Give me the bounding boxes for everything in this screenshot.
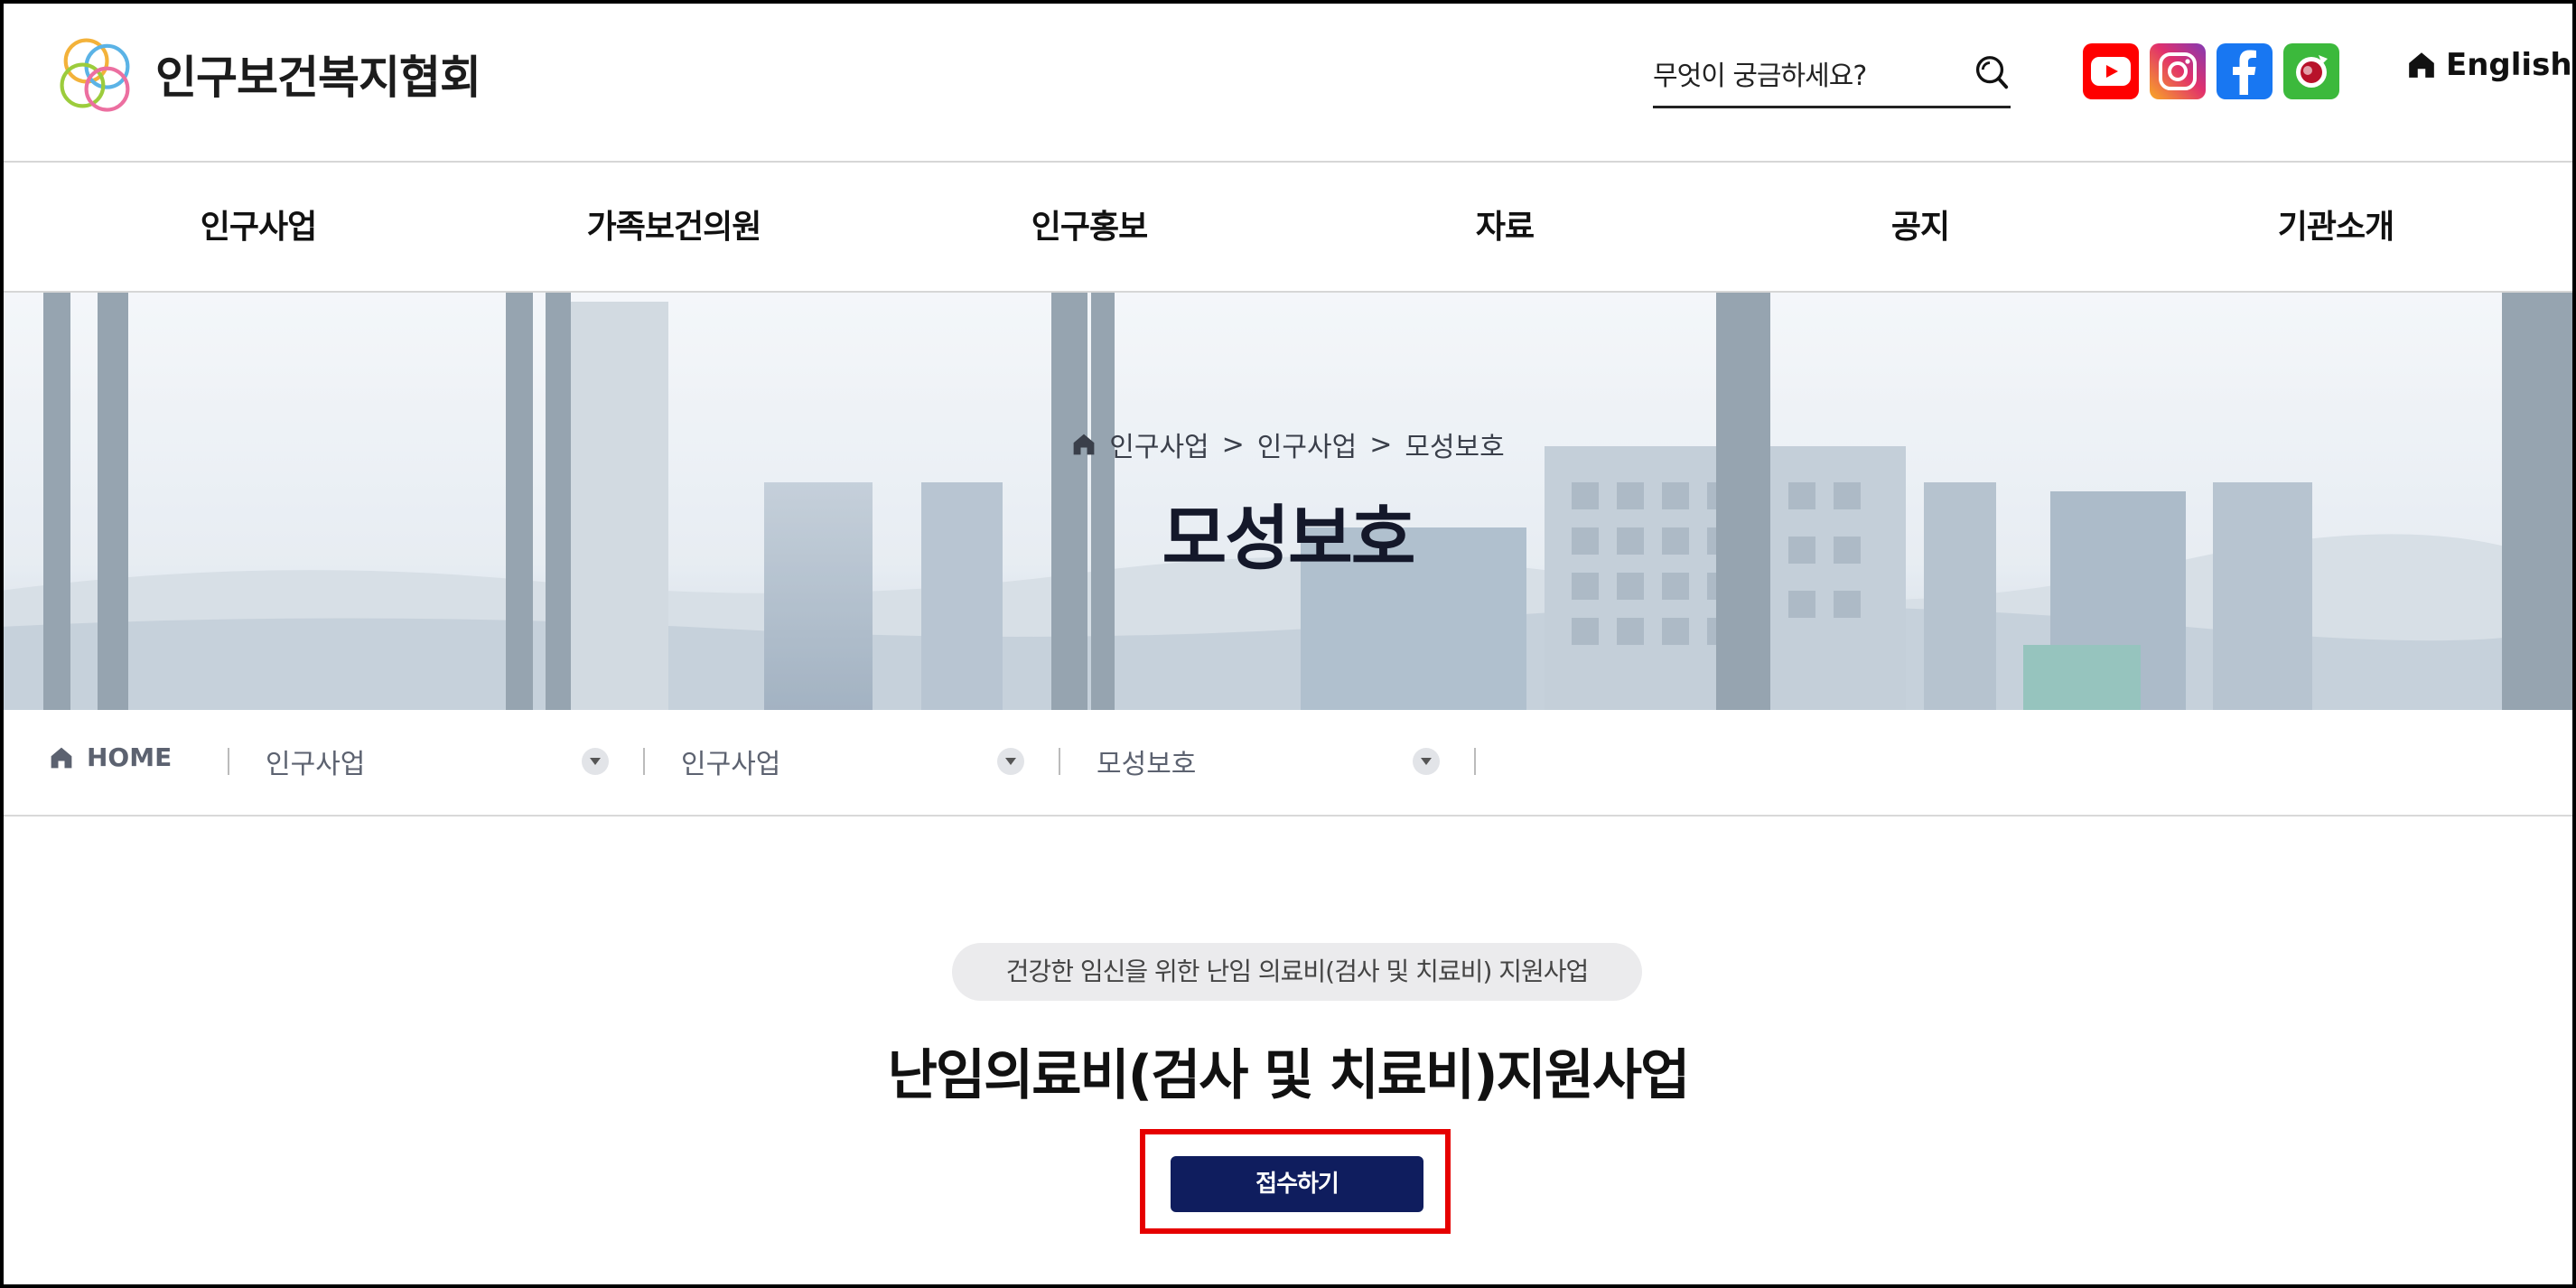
site-header: 인구보건복지협회 무엇이 궁금하세요? English bbox=[0, 0, 2576, 163]
hero-breadcrumb: 인구사업 > 인구사업 > 모성보호 bbox=[0, 425, 2576, 464]
logo-text: 인구보건복지협회 bbox=[155, 51, 481, 104]
chevron-down-icon bbox=[997, 748, 1024, 775]
nav-item-notice[interactable]: 공지 bbox=[1785, 201, 2056, 255]
facebook-icon[interactable] bbox=[2217, 43, 2273, 99]
location-dropdown-1[interactable]: 인구사업 bbox=[266, 741, 609, 782]
breadcrumb-item-current: 모성보호 bbox=[1405, 432, 1505, 463]
breadcrumb-item[interactable]: 인구사업 bbox=[1257, 425, 1357, 464]
home-icon bbox=[51, 747, 72, 768]
program-title: 난임의료비(검사 및 치료비)지원사업 bbox=[887, 1044, 1691, 1107]
home-icon[interactable] bbox=[1071, 432, 1097, 457]
hero-banner: 인구사업 > 인구사업 > 모성보호 모성보호 bbox=[0, 293, 2576, 710]
breadcrumb-item[interactable]: 인구사업 bbox=[1109, 425, 1209, 464]
divider bbox=[228, 748, 229, 775]
youtube-icon[interactable] bbox=[2083, 43, 2139, 99]
logo-icon bbox=[60, 38, 130, 112]
breadcrumb-separator: > bbox=[1221, 428, 1245, 461]
search-input[interactable]: 무엇이 궁금하세요? bbox=[1653, 53, 1867, 93]
nav-item-about[interactable]: 기관소개 bbox=[2200, 201, 2471, 255]
site-logo[interactable]: 인구보건복지협회 bbox=[49, 27, 481, 121]
home-icon bbox=[2409, 52, 2434, 78]
divider bbox=[1059, 748, 1060, 775]
nav-item-population-project[interactable]: 인구사업 bbox=[123, 201, 394, 255]
divider bbox=[643, 748, 645, 775]
location-dropdown-2[interactable]: 인구사업 bbox=[681, 741, 1024, 782]
page-title: 모성보호 bbox=[1162, 499, 1415, 580]
location-dropdown-3[interactable]: 모성보호 bbox=[1097, 741, 1440, 782]
instagram-icon[interactable] bbox=[2150, 43, 2206, 99]
apply-button[interactable]: 접수하기 bbox=[1171, 1156, 1423, 1212]
nav-item-family-clinic[interactable]: 가족보건의원 bbox=[538, 201, 809, 255]
location-bar: HOME 인구사업 인구사업 모성보호 bbox=[0, 710, 2576, 817]
subtitle-badge: 건강한 임신을 위한 난임 의료비(검사 및 치료비) 지원사업 bbox=[952, 943, 1642, 1001]
home-label: HOME bbox=[87, 742, 173, 772]
dropdown-label: 인구사업 bbox=[681, 749, 781, 780]
breadcrumb-separator: > bbox=[1369, 428, 1393, 461]
dropdown-label: 인구사업 bbox=[266, 749, 366, 780]
search-box[interactable]: 무엇이 궁금하세요? bbox=[1653, 40, 2011, 108]
divider bbox=[1474, 748, 1476, 775]
language-switch[interactable]: English bbox=[2406, 47, 2572, 83]
language-label: English bbox=[2446, 47, 2572, 83]
home-link[interactable]: HOME bbox=[49, 742, 172, 772]
dropdown-label: 모성보호 bbox=[1097, 749, 1197, 780]
main-nav: 인구사업 가족보건의원 인구홍보 자료 공지 기관소개 bbox=[0, 163, 2576, 293]
search-icon[interactable] bbox=[1969, 52, 2011, 94]
channel-icon[interactable] bbox=[2283, 43, 2339, 99]
chevron-down-icon bbox=[582, 748, 609, 775]
nav-item-population-pr[interactable]: 인구홍보 bbox=[954, 201, 1225, 255]
nav-item-resources[interactable]: 자료 bbox=[1369, 201, 1640, 255]
chevron-down-icon bbox=[1413, 748, 1440, 775]
